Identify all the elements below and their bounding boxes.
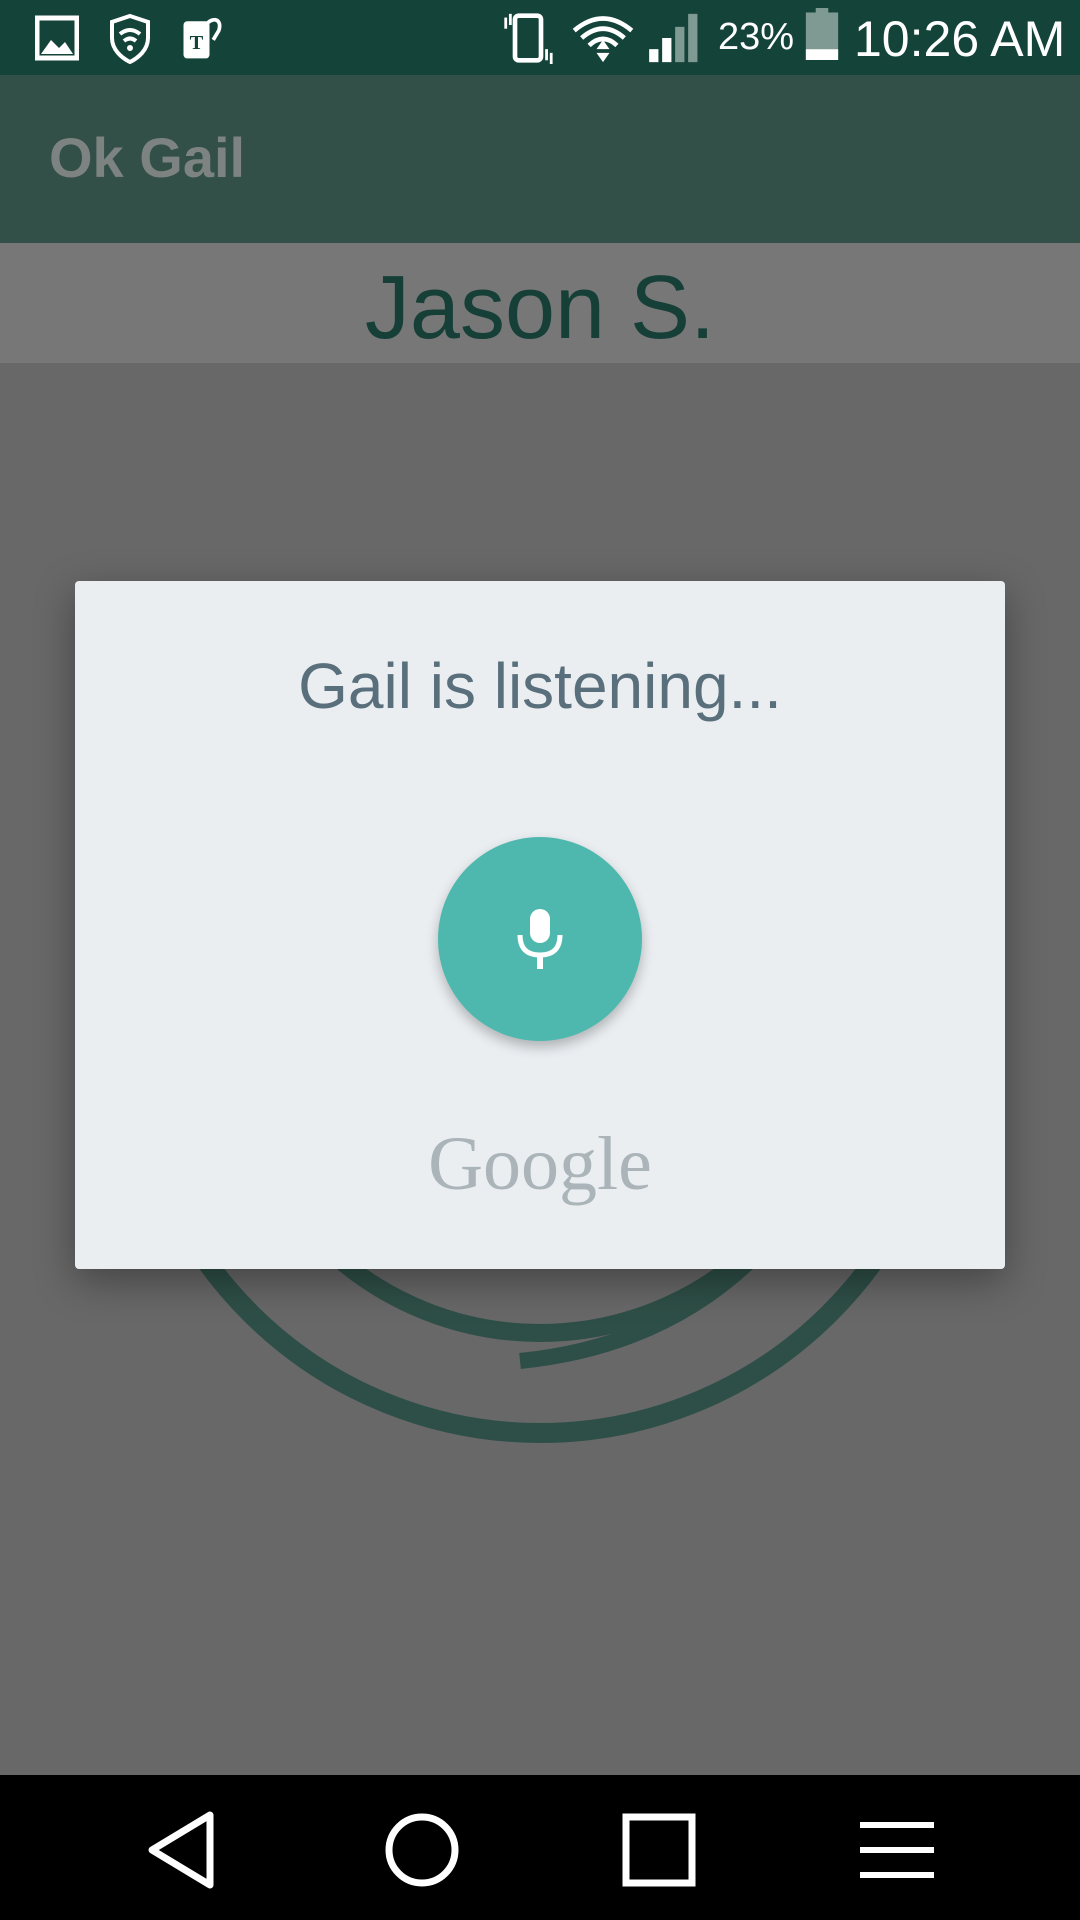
home-icon[interactable] xyxy=(377,1805,467,1895)
contact-name-band: Jason S. xyxy=(0,243,1080,363)
recents-icon[interactable] xyxy=(614,1805,704,1895)
back-icon[interactable] xyxy=(138,1805,228,1895)
lookout-shield-icon xyxy=(110,13,150,64)
svg-text:T: T xyxy=(190,32,204,54)
voice-search-dialog: Gail is listening... Google xyxy=(75,581,1005,1269)
wifi-icon xyxy=(572,16,634,63)
mic-button[interactable] xyxy=(438,837,642,1041)
google-logo: Google xyxy=(428,1122,652,1206)
gallery-icon xyxy=(35,15,79,61)
battery-percent: 23% xyxy=(718,16,795,58)
tmobile-tag-icon: T xyxy=(183,17,222,59)
app-title: Ok Gail xyxy=(49,126,246,189)
dialog-title: Gail is listening... xyxy=(298,650,782,722)
clock: 10:26 AM xyxy=(854,11,1066,67)
menu-icon[interactable] xyxy=(852,1805,942,1895)
contact-name: Jason S. xyxy=(364,258,716,358)
status-bar: T 23% 10:26 AM xyxy=(0,0,1080,75)
navigation-bar xyxy=(0,1775,1080,1920)
vibrate-icon xyxy=(504,13,553,64)
battery-icon xyxy=(805,8,839,60)
app-bar: Ok Gail xyxy=(0,75,1080,243)
microphone-icon xyxy=(517,909,563,969)
cell-signal-icon xyxy=(649,13,698,63)
